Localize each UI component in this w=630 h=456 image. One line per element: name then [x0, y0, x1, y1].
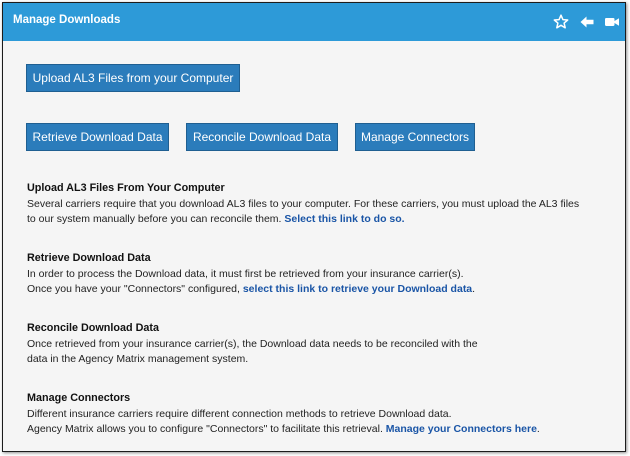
upload-section-title: Upload AL3 Files From Your Computer — [27, 182, 225, 194]
reconcile-section-text: Once retrieved from your insurance carri… — [27, 338, 478, 365]
panel-header: Manage Downloads — [3, 3, 625, 41]
reconcile-section: Reconcile Download Data Once retrieved f… — [27, 322, 617, 367]
retrieve-section-title: Retrieve Download Data — [27, 252, 151, 264]
star-icon[interactable] — [553, 14, 569, 30]
arrow-left-icon[interactable] — [579, 14, 595, 30]
video-camera-icon[interactable] — [604, 14, 620, 30]
reconcile-download-data-button[interactable]: Reconcile Download Data — [186, 123, 338, 151]
retrieve-link[interactable]: select this link to retrieve your Downlo… — [243, 283, 472, 295]
upload-link[interactable]: Select this link to do so. — [284, 213, 404, 225]
panel-title: Manage Downloads — [13, 14, 121, 26]
upload-section: Upload AL3 Files From Your Computer Seve… — [27, 182, 617, 227]
upload-section-text: Several carriers require that you downlo… — [27, 198, 580, 225]
retrieve-section: Retrieve Download Data In order to proce… — [27, 252, 617, 297]
manage-downloads-panel: Manage Downloads Upload AL3 Files from y… — [2, 2, 626, 452]
connectors-section-text: Different insurance carriers require dif… — [27, 408, 540, 435]
manage-connectors-button[interactable]: Manage Connectors — [355, 123, 475, 151]
retrieve-section-text: In order to process the Download data, i… — [27, 268, 476, 295]
reconcile-section-title: Reconcile Download Data — [27, 322, 159, 334]
connectors-section: Manage Connectors Different insurance ca… — [27, 392, 617, 437]
retrieve-download-data-button[interactable]: Retrieve Download Data — [26, 123, 169, 151]
upload-al3-button[interactable]: Upload AL3 Files from your Computer — [26, 64, 240, 92]
connectors-section-title: Manage Connectors — [27, 392, 131, 404]
connectors-link[interactable]: Manage your Connectors here — [386, 423, 537, 435]
